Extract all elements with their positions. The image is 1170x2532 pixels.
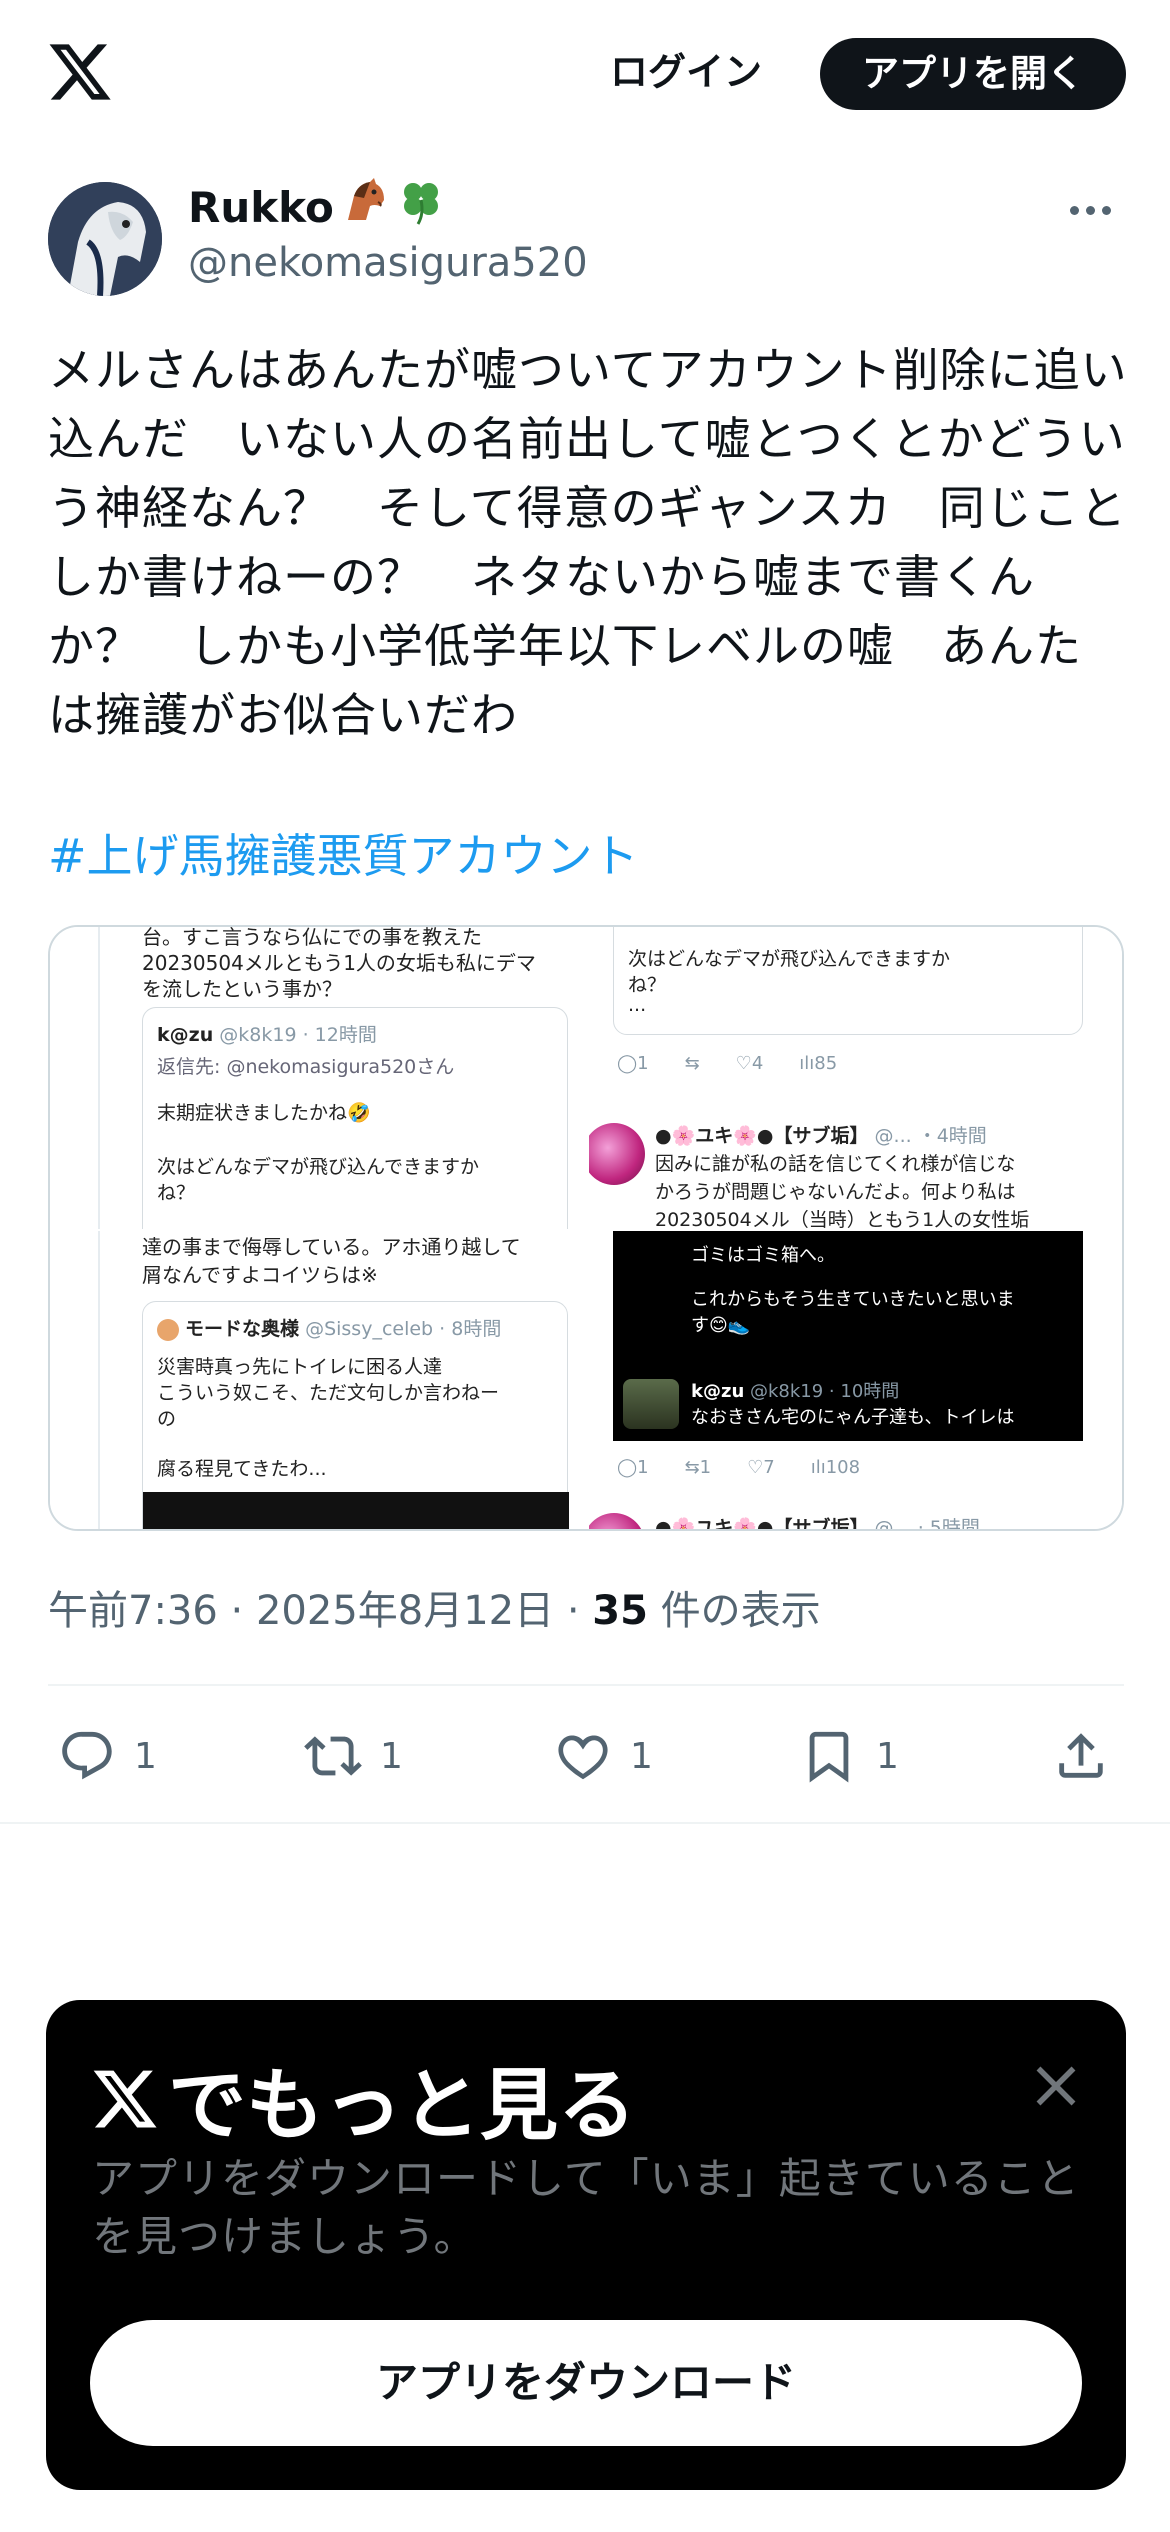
reply-handle: @k8k19 · 12時間	[219, 1024, 377, 1046]
hashtag-link[interactable]: #上げ馬擁護悪質アカウント	[48, 820, 639, 886]
reply-text: ...	[628, 994, 647, 1016]
thread-line	[98, 1231, 100, 1529]
media-text: を流したという事か？	[142, 977, 342, 1001]
display-name[interactable]: Rukko	[188, 178, 446, 236]
reply-name: ●🌸ユキ🌸●【サブ垢】	[655, 1125, 869, 1147]
x-logo-icon	[93, 2070, 157, 2128]
media-text: 達の事まで侮辱している。アホ通り越して	[142, 1235, 521, 1259]
like-button[interactable]: 1	[554, 1718, 653, 1794]
download-app-button[interactable]: アプリをダウンロード	[90, 2320, 1082, 2446]
horse-face-emoji	[340, 176, 390, 240]
reply-name: モードな奥様	[185, 1318, 300, 1340]
avatar[interactable]	[48, 182, 162, 296]
bookmark-count: 1	[876, 1735, 899, 1777]
media-text: 20230504メルともう1人の女垢も私にデマ	[142, 951, 536, 975]
divider	[48, 1684, 1124, 1686]
reply-button[interactable]: 1	[58, 1718, 157, 1794]
close-icon[interactable]	[1026, 2056, 1086, 2116]
media-image-3[interactable]: 達の事まで侮辱している。アホ通り越して 屑なんですよコイツらは※ モードな奥様 …	[50, 1231, 587, 1529]
tweet-text: メルさんはあんたが嘘ついてアカウント削除に追い込んだ いない人の名前出して嘘とつ…	[48, 343, 1128, 742]
tweet-timestamp: 午前7:36 · 2025年8月12日 · 35 件の表示	[48, 1578, 821, 1636]
reply-text: 腐る程見てきたわ...	[157, 1458, 327, 1480]
reply-icon	[62, 1731, 112, 1780]
more-options-icon[interactable]	[1070, 200, 1130, 230]
login-button[interactable]: ログイン	[590, 42, 782, 102]
share-icon	[1059, 1733, 1103, 1778]
top-bar: ログイン アプリを開く	[0, 0, 1170, 150]
reply-metrics: ◯1 ⇆1 ♡7 ılı108	[617, 1457, 861, 1478]
retweet-button[interactable]: 1	[304, 1718, 403, 1794]
reply-to: 返信先: @nekomasigura520さん	[157, 1056, 455, 1078]
user-handle[interactable]: @nekomasigura520	[188, 240, 588, 286]
quoted-reply-card: k@zu @k8k19 · 12時間 返信先: @nekomasigura520…	[142, 1007, 568, 1229]
reply-text: なおきさん宅のにゃん子達も、トイレは	[691, 1407, 1015, 1428]
like-count: 1	[630, 1735, 653, 1777]
retweet-icon	[304, 1736, 362, 1776]
thread-line	[98, 927, 100, 1229]
reply-text: 20230504メル（当時）ともう1人の女性垢	[655, 1209, 1030, 1229]
open-app-button[interactable]: アプリを開く	[820, 38, 1126, 110]
reply-text: こういう奴こそ、ただ文句しか言わねー	[157, 1382, 500, 1404]
embedded-dark-image	[143, 1492, 569, 1529]
reply-count: 1	[134, 1735, 157, 1777]
quoted-reply-card: モードな奥様 @Sissy_celeb · 8時間 災害時真っ先にトイレに困る人…	[142, 1301, 569, 1529]
reply-handle: @... · 5時間	[874, 1517, 980, 1531]
reply-name: k@zu	[691, 1381, 745, 1402]
reply-text: かろうが問題じゃないんだよ。何より私は	[655, 1181, 1016, 1203]
avatar	[623, 1379, 679, 1429]
reply-text: ね？	[628, 974, 667, 996]
reply-text: 次はどんなデマが飛び込んできますか	[157, 1156, 480, 1178]
promo-title: でもっと見る	[90, 2044, 636, 2154]
reply-text: す😊👟	[691, 1315, 751, 1336]
view-count: 35	[592, 1588, 648, 1634]
reply-text: 次はどんなデマが飛び込んできますか	[628, 948, 951, 970]
reply-text: 災害時真っ先にトイレに困る人達	[157, 1356, 443, 1378]
divider	[0, 1822, 1170, 1824]
reply-text: 末期症状きましたかね🤣	[157, 1102, 371, 1124]
app-promo-sheet: でもっと見る アプリをダウンロードして「いま」起きていることを見つけましょう。 …	[46, 2000, 1126, 2490]
avatar	[589, 1513, 645, 1529]
retweet-count: 1	[380, 1735, 403, 1777]
embedded-dark-screenshot: ゴミはゴミ箱へ。 これからもそう生きていきたいと思いま す😊👟 k@zu @k8…	[613, 1231, 1083, 1441]
media-image-2[interactable]: 次はどんなデマが飛び込んできますか ね？ ... ◯1 ⇆ ♡4 ılı85 ●…	[589, 927, 1122, 1229]
reply-text: ね？	[157, 1182, 196, 1204]
reply-handle: @... ・4時間	[874, 1125, 987, 1147]
display-name-text: Rukko	[188, 183, 334, 232]
heart-icon	[558, 1735, 608, 1780]
media-image-1[interactable]: 台。すこ言うなら仏にでの事を教えた 20230504メルともう1人の女垢も私にデ…	[50, 927, 587, 1229]
promo-description: アプリをダウンロードして「いま」起きていることを見つけましょう。	[92, 2154, 1080, 2261]
reply-name: k@zu	[157, 1024, 214, 1046]
bookmark-button[interactable]: 1	[800, 1718, 899, 1794]
share-button[interactable]	[1052, 1718, 1128, 1794]
view-label: 件の表示	[647, 1588, 821, 1634]
reply-handle: @k8k19 · 10時間	[750, 1381, 900, 1402]
promo-title-text: でもっと見る	[168, 2061, 637, 2151]
media-text: 屑なんですよコイツらは※	[142, 1263, 378, 1287]
tweet-media-grid[interactable]: 台。すこ言うなら仏にでの事を教えた 20230504メルともう1人の女垢も私にデ…	[48, 925, 1124, 1531]
reply-text: これからもそう生きていきたいと思いま	[691, 1289, 1015, 1310]
quoted-reply-card: 次はどんなデマが飛び込んできますか ね？ ...	[613, 927, 1083, 1035]
bookmark-icon	[809, 1731, 849, 1783]
reply-metrics: ◯1 ⇆ ♡4 ılı85	[617, 1053, 838, 1074]
tweet-actions: 1 1 1 1	[48, 1718, 1128, 1794]
reply-handle: @Sissy_celeb · 8時間	[305, 1318, 502, 1340]
x-logo-icon[interactable]	[46, 38, 114, 106]
avatar	[157, 1318, 179, 1341]
timestamp-text[interactable]: 午前7:36 · 2025年8月12日 ·	[48, 1588, 592, 1634]
reply-text: の	[157, 1408, 177, 1430]
avatar	[589, 1123, 645, 1185]
reply-text: 因みに誰が私の話を信じてくれ様が信じな	[655, 1153, 1016, 1175]
reply-name: ●🌸ユキ🌸●【サブ垢】	[655, 1517, 869, 1531]
reply-text: ゴミはゴミ箱へ。	[691, 1245, 835, 1266]
four-leaf-clover-emoji	[396, 176, 446, 240]
media-image-4[interactable]: ゴミはゴミ箱へ。 これからもそう生きていきたいと思いま す😊👟 k@zu @k8…	[589, 1231, 1122, 1531]
